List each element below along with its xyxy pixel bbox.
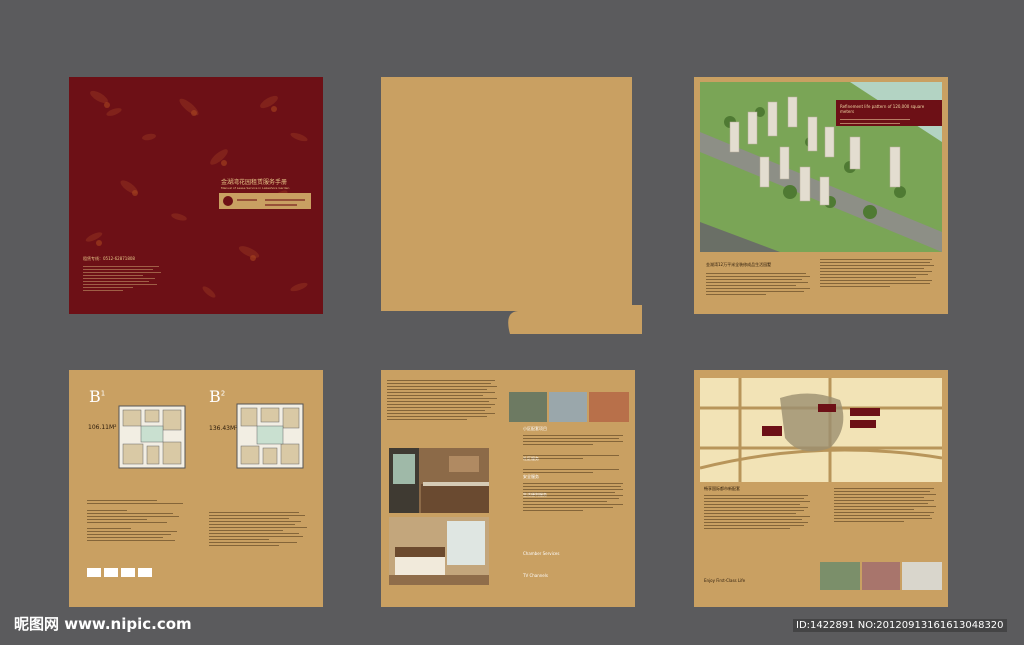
floorplan-b2-drawing bbox=[236, 403, 304, 469]
amenities-photo-strip bbox=[509, 392, 629, 422]
plan-b2-area: 136.43M² bbox=[209, 425, 238, 432]
amenities-body-text bbox=[523, 433, 627, 513]
amenities-page: 小区配套项目 社区服务 安全服务 生活便利服务 Chamber Services… bbox=[381, 370, 635, 607]
kitchen-photo bbox=[389, 448, 489, 513]
cover-contact-block bbox=[83, 264, 163, 293]
map-photo-strip bbox=[820, 562, 942, 590]
amenities-heading-en-1: Chamber Services bbox=[523, 551, 560, 556]
floorplan-right-text bbox=[209, 510, 313, 548]
floorplan-left-text bbox=[87, 498, 191, 543]
watermark-id: ID:1422891 NO:20120913161613048320 bbox=[793, 619, 1007, 632]
map-heading-en: Enjoy First-Class Life bbox=[704, 578, 746, 583]
map-page: 畅享国际都市新配套 Enjoy First-Class Life bbox=[694, 370, 948, 607]
cover-title: 金湖湾花园租赁服务手册 bbox=[221, 179, 288, 186]
aerial-page: Refinement life pattern of 120,000 squar… bbox=[694, 77, 948, 314]
cover-panel: 金湖湾花园租赁服务手册 Manual of Lease Service in L… bbox=[69, 77, 323, 314]
plan-b1-area: 106.11M² bbox=[88, 424, 117, 431]
floorplan-b1-drawing bbox=[118, 405, 186, 469]
brand-logo-strip bbox=[87, 568, 153, 577]
location-map bbox=[700, 378, 942, 482]
aerial-caption-box: Refinement life pattern of 120,000 squar… bbox=[836, 100, 942, 126]
bedroom-photo bbox=[389, 517, 489, 585]
map-right-text bbox=[834, 486, 940, 524]
plan-b2-label: B2 bbox=[209, 387, 226, 406]
cover-phone: 租赁专线：0512-62871808 bbox=[83, 256, 135, 261]
amenities-intro-text bbox=[387, 378, 499, 422]
amenities-heading-en-2: TV Channels bbox=[523, 573, 548, 578]
cover-logo-box bbox=[219, 193, 311, 209]
amenities-heading-1: 小区配套项目 bbox=[523, 426, 547, 431]
folder-dieline bbox=[381, 77, 642, 334]
map-heading-cn: 畅享国际都市新配套 bbox=[704, 486, 740, 491]
aerial-right-text bbox=[820, 257, 936, 289]
watermark-site: 昵图网 www.nipic.com bbox=[14, 615, 192, 633]
map-left-text bbox=[704, 493, 812, 531]
aerial-left-text bbox=[706, 271, 814, 297]
aerial-caption-en: Refinement life pattern of 120,000 squar… bbox=[840, 104, 925, 114]
floorplan-page: B1 106.11M² B2 136.43M² bbox=[69, 370, 323, 607]
cover-subtitle: Manual of Lease Service in Lakeshore Gar… bbox=[221, 186, 290, 190]
plan-b1-label: B1 bbox=[89, 387, 106, 406]
aerial-caption-cn: 金湖湾12万平米全装修成品生活园墅 bbox=[706, 262, 772, 267]
logo-icon bbox=[223, 196, 233, 206]
